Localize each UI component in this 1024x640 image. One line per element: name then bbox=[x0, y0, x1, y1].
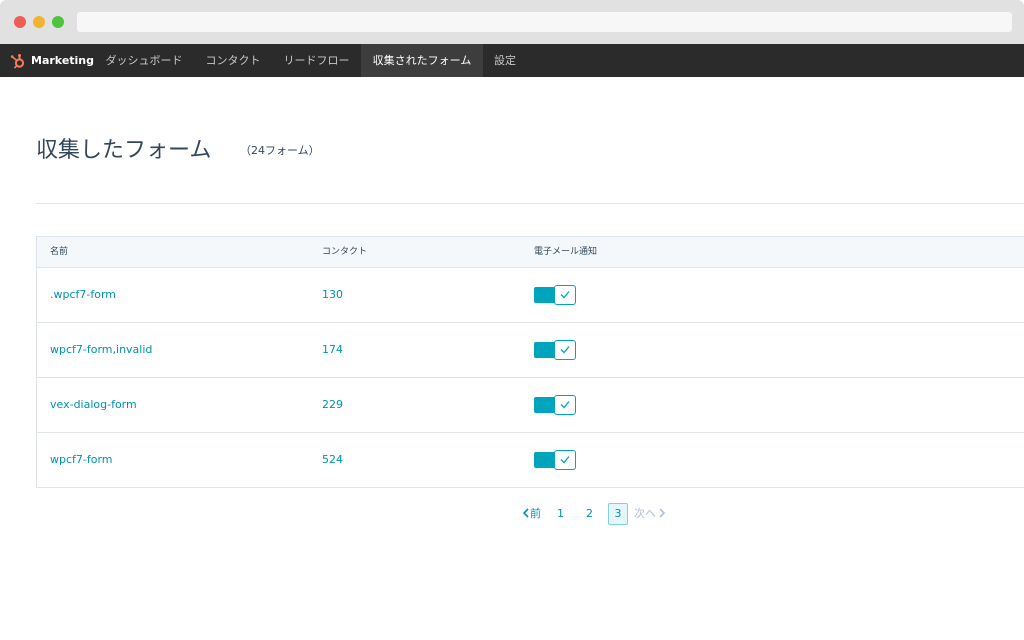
check-icon bbox=[560, 401, 570, 409]
chevron-left-icon bbox=[522, 508, 529, 518]
form-name-link[interactable]: wpcf7-form,invalid bbox=[50, 323, 152, 377]
address-bar[interactable] bbox=[77, 12, 1012, 32]
toggle-knob bbox=[554, 395, 576, 415]
table-row: .wpcf7-form 130 bbox=[37, 268, 1024, 323]
column-header-name[interactable]: 名前 bbox=[50, 237, 68, 267]
pagination-prev[interactable]: 前 bbox=[522, 503, 541, 525]
pagination-page-1[interactable]: 1 bbox=[557, 503, 564, 525]
nav-item-contacts[interactable]: コンタクト bbox=[194, 44, 272, 77]
close-window-button[interactable] bbox=[14, 16, 26, 28]
minimize-window-button[interactable] bbox=[33, 16, 45, 28]
column-header-email-notification: 電子メール通知 bbox=[534, 247, 598, 257]
nav-item-settings[interactable]: 設定 bbox=[483, 44, 527, 77]
email-notification-toggle[interactable] bbox=[534, 395, 576, 415]
page-title: 収集したフォーム bbox=[36, 138, 212, 163]
email-notification-toggle[interactable] bbox=[534, 450, 576, 470]
top-nav: Marketing ダッシュボード コンタクト リードフロー 収集されたフォーム… bbox=[0, 44, 1024, 77]
form-name-link[interactable]: wpcf7-form bbox=[50, 433, 113, 487]
table-row: wpcf7-form,invalid 174 bbox=[37, 323, 1024, 378]
brand-label: Marketing bbox=[31, 54, 95, 67]
toggle-knob bbox=[554, 340, 576, 360]
toggle-knob bbox=[554, 285, 576, 305]
pagination: 前 1 2 3 次へ bbox=[522, 503, 672, 525]
maximize-window-button[interactable] bbox=[52, 16, 64, 28]
check-icon bbox=[560, 346, 570, 354]
nav-item-dashboard[interactable]: ダッシュボード bbox=[94, 44, 194, 77]
pagination-next: 次へ bbox=[634, 503, 666, 525]
contact-count-link[interactable]: 130 bbox=[322, 268, 343, 322]
contact-count-link[interactable]: 174 bbox=[322, 323, 343, 377]
contact-count-link[interactable]: 524 bbox=[322, 433, 343, 487]
form-name-link[interactable]: .wpcf7-form bbox=[50, 268, 116, 322]
check-icon bbox=[560, 291, 570, 299]
form-count: （24フォーム） bbox=[240, 144, 320, 157]
table-row: vex-dialog-form 229 bbox=[37, 378, 1024, 433]
chevron-right-icon bbox=[659, 508, 666, 518]
pagination-page-current[interactable]: 3 bbox=[608, 503, 628, 525]
browser-window: Marketing ダッシュボード コンタクト リードフロー 収集されたフォーム… bbox=[0, 0, 1024, 640]
nav-item-collected-forms[interactable]: 収集されたフォーム bbox=[361, 44, 483, 77]
toggle-knob bbox=[554, 450, 576, 470]
form-name-link[interactable]: vex-dialog-form bbox=[50, 378, 137, 432]
pagination-prev-label: 前 bbox=[530, 507, 541, 520]
window-chrome bbox=[0, 0, 1024, 44]
brand[interactable]: Marketing bbox=[10, 44, 94, 77]
email-notification-toggle[interactable] bbox=[534, 285, 576, 305]
pagination-next-label: 次へ bbox=[634, 507, 656, 520]
pagination-page-2[interactable]: 2 bbox=[586, 503, 593, 525]
table-header: 名前 コンタクト 電子メール通知 bbox=[37, 237, 1024, 268]
hubspot-logo-icon bbox=[10, 53, 25, 69]
email-notification-toggle[interactable] bbox=[534, 340, 576, 360]
nav-item-lead-flows[interactable]: リードフロー bbox=[272, 44, 361, 77]
column-header-contacts[interactable]: コンタクト bbox=[322, 237, 367, 267]
title-divider bbox=[36, 203, 1024, 204]
contact-count-link[interactable]: 229 bbox=[322, 378, 343, 432]
forms-table: 名前 コンタクト 電子メール通知 .wpcf7-form 130 wpcf7-f… bbox=[36, 236, 1024, 488]
table-row: wpcf7-form 524 bbox=[37, 433, 1024, 488]
check-icon bbox=[560, 456, 570, 464]
